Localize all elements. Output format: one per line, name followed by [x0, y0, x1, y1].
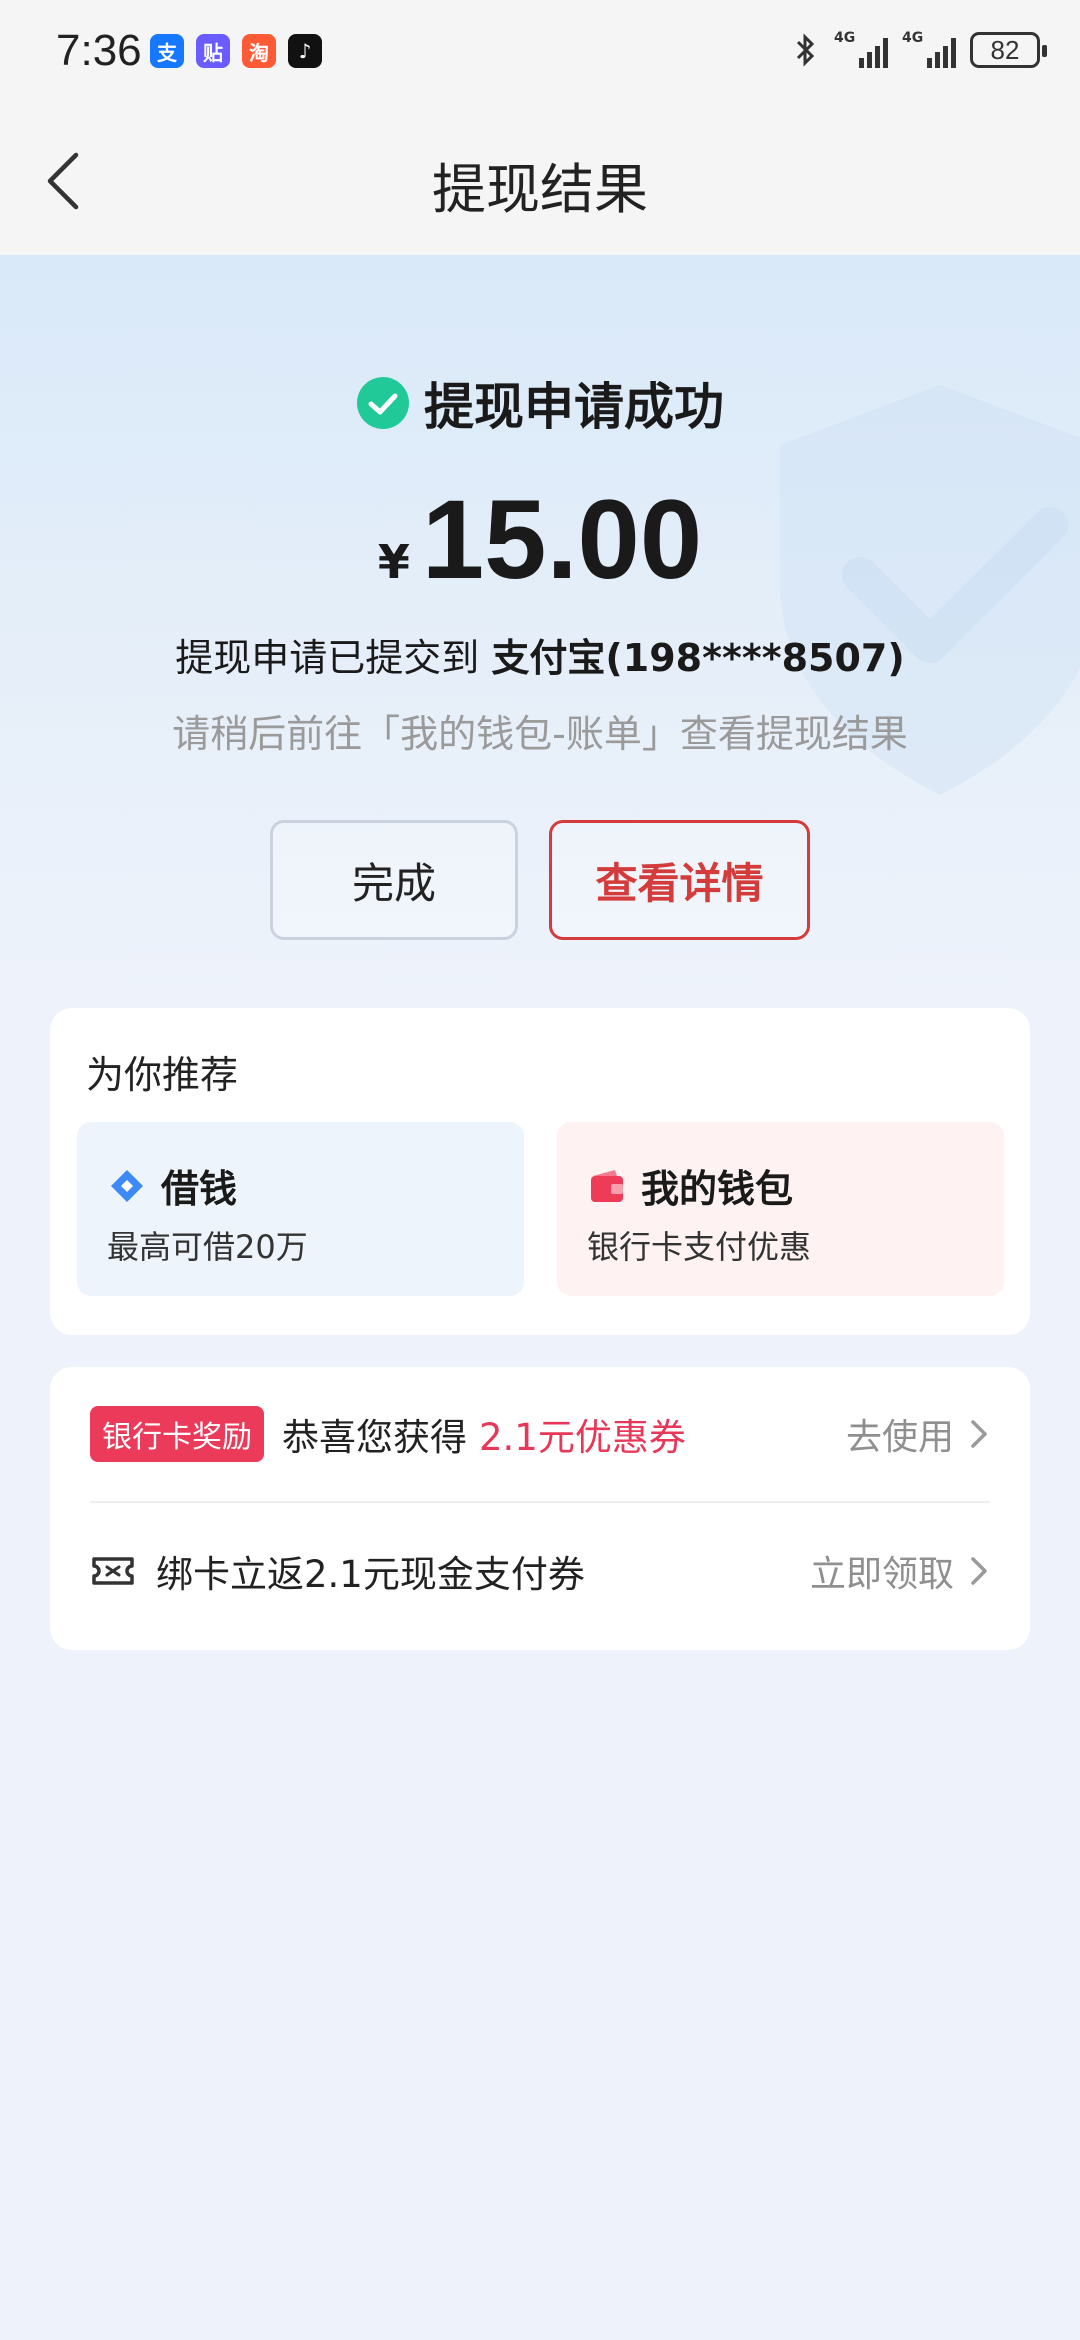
submitted-info: 提现申请已提交到 支付宝(198****8507): [0, 627, 1080, 682]
status-indicators: 4G 4G 82: [790, 30, 1047, 70]
wallet-title: 我的钱包: [641, 1167, 794, 1211]
shopping-icon: 淘: [242, 34, 276, 68]
recommend-card: 为你推荐 借钱 最高可借20万 我的钱包 银行卡支付优惠: [50, 1008, 1030, 1335]
hint-text: 请稍后前往「我的钱包-账单」查看提现结果: [172, 712, 908, 756]
status-bar: 7:36 支 贴 淘 ♪ 4G 4G 82: [0, 0, 1080, 105]
network-type-label: 4G: [834, 30, 856, 46]
recommend-title: 为你推荐: [86, 1053, 239, 1097]
success-text: 提现申请成功: [424, 378, 724, 436]
result-section: 提现申请成功 ¥ 15.00 提现申请已提交到 支付宝(198****8507)…: [0, 255, 1080, 1015]
bluetooth-icon: [796, 33, 815, 67]
nav-bar: 提现结果: [0, 105, 1080, 255]
use-coupon-link[interactable]: 去使用: [846, 1408, 990, 1460]
page-title: 提现结果: [432, 158, 648, 221]
wallet-tile[interactable]: 我的钱包 银行卡支付优惠: [557, 1122, 1004, 1296]
bind-card-promo-row[interactable]: 绑卡立返2.1元现金支付券 立即领取: [90, 1503, 990, 1639]
ticket-icon: [92, 1557, 134, 1585]
coupon-text: 恭喜您获得: [282, 1416, 467, 1459]
signal-icon-2: 4G: [902, 30, 956, 68]
check-circle-icon: [357, 377, 409, 429]
bind-card-text: 绑卡立返2.1元现金支付券: [156, 1553, 585, 1596]
done-button[interactable]: 完成: [270, 820, 518, 940]
borrow-subtitle: 最高可借20万: [107, 1228, 308, 1266]
notification-icons: 支 贴 淘 ♪: [150, 34, 322, 68]
wallet-tile-header: 我的钱包: [587, 1158, 793, 1213]
battery-icon: 82: [970, 32, 1047, 68]
coupon-promo-row[interactable]: 银行卡奖励 恭喜您获得 2.1元优惠券 去使用: [90, 1367, 990, 1503]
claim-now-link[interactable]: 立即领取: [810, 1545, 990, 1597]
battery-level: 82: [990, 34, 1020, 65]
success-status: 提现申请成功: [0, 367, 1080, 439]
borrow-title: 借钱: [161, 1167, 238, 1211]
chevron-right-icon: [971, 1420, 987, 1448]
promo-card: 银行卡奖励 恭喜您获得 2.1元优惠券 去使用 绑卡立返2.1元现金支付券 立即…: [50, 1367, 1030, 1650]
tiktok-icon: ♪: [288, 34, 322, 68]
claim-now-label: 立即领取: [809, 1554, 954, 1595]
status-time: 7:36: [56, 26, 142, 75]
borrow-tile[interactable]: 借钱 最高可借20万: [77, 1122, 524, 1296]
submitted-prefix: 提现申请已提交到: [175, 636, 492, 680]
chevron-right-icon: [971, 1557, 987, 1585]
bank-card-reward-badge: 银行卡奖励: [90, 1406, 264, 1462]
amount-value: 15.00: [421, 477, 703, 602]
alipay-icon: 支: [150, 34, 184, 68]
account-label: 支付宝(198****8507): [491, 636, 905, 680]
borrow-tile-header: 借钱: [107, 1158, 237, 1213]
tieba-icon: 贴: [196, 34, 230, 68]
signal-icon: 4G: [834, 30, 888, 68]
view-details-button[interactable]: 查看详情: [549, 820, 810, 940]
wallet-icon: [591, 1169, 623, 1202]
amount-display: ¥ 15.00: [0, 475, 1080, 604]
use-coupon-label: 去使用: [845, 1417, 954, 1458]
currency-symbol: ¥: [377, 535, 410, 589]
network-type-label-2: 4G: [902, 30, 924, 46]
coupon-highlight: 2.1元优惠券: [479, 1416, 686, 1459]
diamond-icon: [111, 1169, 143, 1202]
wallet-subtitle: 银行卡支付优惠: [587, 1228, 812, 1266]
